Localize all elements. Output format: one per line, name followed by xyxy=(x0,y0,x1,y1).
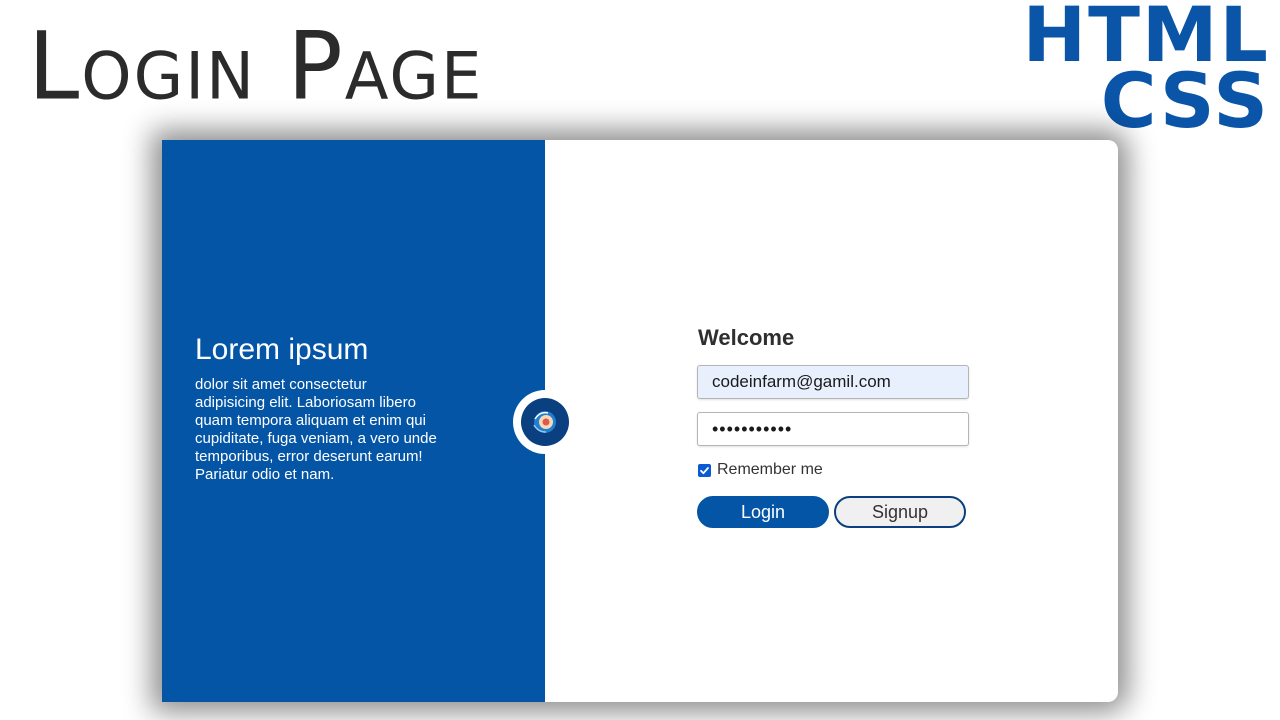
avatar-logo-icon xyxy=(521,398,569,446)
login-button[interactable]: Login xyxy=(697,496,829,528)
signup-button[interactable]: Signup xyxy=(834,496,966,528)
remember-me-row[interactable]: Remember me xyxy=(697,460,969,480)
form-actions: Login Signup xyxy=(697,496,969,528)
remember-me-label: Remember me xyxy=(717,461,823,478)
info-text: dolor sit amet consectetur adipisicing e… xyxy=(195,376,437,483)
welcome-heading: Welcome xyxy=(698,325,795,350)
check-icon xyxy=(700,466,709,474)
email-field[interactable] xyxy=(697,365,969,399)
remember-me-checkbox[interactable] xyxy=(698,463,711,477)
info-heading: Lorem ipsum xyxy=(195,333,369,366)
info-panel: Lorem ipsum dolor sit amet consectetur a… xyxy=(162,140,545,702)
login-form: Welcome Remember me Login Signup xyxy=(697,325,969,528)
page-heading: Login Page xyxy=(28,11,484,122)
tech-label: HTML CSS xyxy=(1022,0,1270,139)
password-field[interactable] xyxy=(697,412,969,446)
login-card: Lorem ipsum dolor sit amet consectetur a… xyxy=(162,140,1118,702)
avatar-badge xyxy=(513,390,577,454)
